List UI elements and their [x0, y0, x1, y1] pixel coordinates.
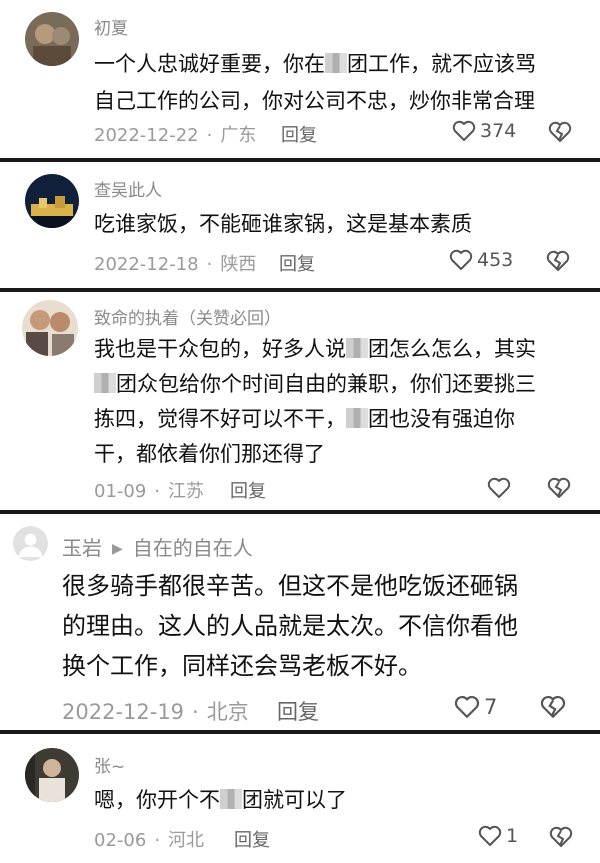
- like-button[interactable]: 453: [449, 249, 513, 271]
- heart-broken-icon: [547, 477, 571, 498]
- dislike-button[interactable]: [548, 121, 572, 143]
- comment-date: 01-09: [94, 481, 147, 502]
- avatar[interactable]: [22, 300, 78, 356]
- avatar[interactable]: [13, 526, 48, 561]
- comment-text: 我也是干众包的，好多人说 团怎么怎么，其实 团众包给你个时间自由的兼职，你们还要挑…: [94, 337, 536, 466]
- heart-outline-icon: [449, 249, 473, 270]
- dislike-button[interactable]: [546, 250, 570, 272]
- like-count: 374: [480, 120, 517, 142]
- avatar[interactable]: [25, 748, 79, 802]
- like-button[interactable]: 7: [454, 695, 497, 719]
- username[interactable]: 查吴此人: [94, 176, 162, 201]
- username[interactable]: 张~: [94, 752, 125, 777]
- comment-location: 北京: [206, 700, 249, 724]
- heart-broken-icon: [549, 826, 573, 847]
- comment-card: 致命的执着（关赞必回） 我也是干众包的，好多人说 团怎么怎么，其实 团众包给你个时…: [0, 292, 600, 510]
- comment-location: 江苏: [168, 481, 205, 502]
- dislike-button[interactable]: [540, 695, 566, 719]
- comment-meta: 02-06 · 河北: [94, 830, 205, 851]
- comment-location: 河北: [168, 830, 205, 851]
- heart-broken-icon: [546, 250, 570, 271]
- like-button[interactable]: 374: [452, 120, 516, 142]
- heart-outline-icon: [452, 120, 476, 141]
- comment-meta: 2022-12-18 · 陕西: [94, 254, 257, 275]
- like-button[interactable]: 1: [478, 825, 518, 847]
- like-button[interactable]: [487, 477, 515, 499]
- comment-location: 陕西: [220, 254, 257, 275]
- username[interactable]: 致命的执着（关赞必回）: [94, 304, 281, 329]
- comment-card: 查吴此人 吃谁家饭，不能砸谁家锅，这是基本素质 2022-12-18 · 陕西 回复…: [0, 162, 600, 288]
- username[interactable]: 初夏: [94, 14, 128, 39]
- comment-location: 广东: [220, 125, 257, 146]
- dislike-button[interactable]: [547, 477, 571, 499]
- reply-button[interactable]: 回复: [281, 121, 317, 147]
- like-count: 7: [484, 695, 498, 719]
- comment-text: 很多骑手都很辛苦。但这不是他吃饭还砸锅 的理由。这人的人品就是太次。不信你看他 …: [62, 572, 518, 680]
- comment-text: 一个人忠诚好重要，你在 团工作，就不应该骂 自己工作的公司，你对公司不忠，炒你非常…: [94, 52, 536, 113]
- censor-mask: [346, 408, 368, 428]
- username[interactable]: 玉岩 ▶ 自在的自在人: [62, 532, 253, 561]
- heart-outline-icon: [487, 477, 511, 498]
- comment-meta: 2022-12-22 · 广东: [94, 125, 257, 146]
- heart-broken-icon: [540, 695, 566, 718]
- comment-card: 玉岩 ▶ 自在的自在人 很多骑手都很辛苦。但这不是他吃饭还砸锅 的理由。这人的人品就…: [0, 514, 600, 730]
- avatar[interactable]: [25, 12, 79, 66]
- reply-button[interactable]: 回复: [230, 477, 266, 503]
- comment-meta: 01-09 · 江苏: [94, 481, 205, 502]
- like-count: 453: [477, 249, 514, 271]
- comment-meta: 2022-12-19 · 北京: [62, 700, 249, 724]
- censor-mask: [220, 789, 242, 809]
- heart-broken-icon: [548, 121, 572, 142]
- censor-mask: [325, 53, 347, 73]
- reply-button[interactable]: 回复: [234, 826, 270, 852]
- censor-mask: [346, 338, 368, 358]
- reply-to-username[interactable]: 自在的自在人: [133, 536, 253, 560]
- reply-button[interactable]: 回复: [279, 250, 315, 276]
- comment-date: 02-06: [94, 830, 147, 851]
- comment-card: 张~ 嗯，你开个不 团就可以了 02-06 · 河北 回复 1: [0, 734, 600, 863]
- comment-text: 吃谁家饭，不能砸谁家锅，这是基本素质: [94, 212, 472, 236]
- comment-card: 初夏 一个人忠诚好重要，你在 团工作，就不应该骂 自己工作的公司，你对公司不忠，炒…: [0, 0, 600, 158]
- avatar[interactable]: [25, 174, 79, 228]
- comment-date: 2022-12-18: [94, 254, 199, 275]
- dislike-button[interactable]: [549, 826, 573, 848]
- comment-date: 2022-12-19: [62, 700, 185, 724]
- reply-button[interactable]: 回复: [277, 696, 319, 726]
- like-count: 1: [506, 825, 519, 847]
- triangle-right-icon: ▶: [112, 541, 123, 557]
- heart-outline-icon: [478, 825, 502, 846]
- comment-text: 嗯，你开个不 团就可以了: [94, 788, 347, 812]
- heart-outline-icon: [454, 695, 480, 718]
- comment-date: 2022-12-22: [94, 125, 199, 146]
- censor-mask: [94, 373, 116, 393]
